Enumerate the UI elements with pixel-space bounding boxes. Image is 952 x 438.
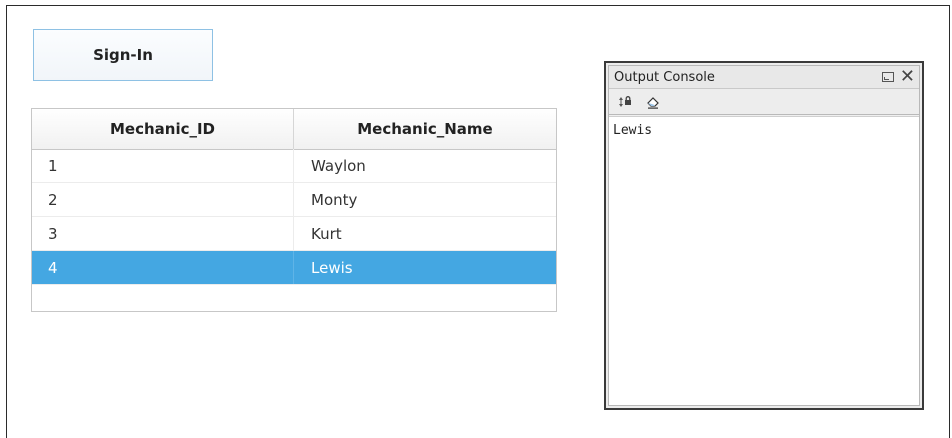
clear-eraser-icon[interactable] [645, 94, 661, 110]
restore-icon[interactable] [881, 72, 894, 82]
close-icon[interactable]: ✕ [900, 68, 915, 86]
cell-mechanic-name: Waylon [311, 156, 366, 175]
table-header: Mechanic_ID Mechanic_Name [32, 109, 556, 150]
scroll-lock-icon[interactable] [617, 94, 633, 110]
cell-mechanic-id: 1 [32, 149, 294, 182]
mechanics-table: Mechanic_ID Mechanic_Name 1 Waylon 2 Mon… [31, 108, 557, 312]
cell-mechanic-id: 3 [32, 217, 294, 250]
table-row[interactable]: 1 Waylon [32, 149, 556, 183]
table-row-selected[interactable]: 4 Lewis [32, 251, 556, 285]
cell-mechanic-name: Monty [311, 190, 358, 209]
console-output-text[interactable]: Lewis [609, 116, 919, 405]
sign-in-button[interactable]: Sign-In [33, 29, 213, 81]
output-console-body: Output Console ✕ Lewis [608, 65, 920, 406]
column-header-mechanic-name[interactable]: Mechanic_Name [294, 109, 556, 149]
table-row[interactable]: 3 Kurt [32, 217, 556, 251]
table-row[interactable]: 2 Monty [32, 183, 556, 217]
cell-mechanic-name: Kurt [311, 224, 342, 243]
titlebar-controls: ✕ [881, 66, 915, 88]
output-console-toolbar [609, 89, 919, 115]
output-console-window: Output Console ✕ Lewis [604, 61, 924, 410]
cell-mechanic-id: 2 [32, 183, 294, 216]
output-console-title: Output Console [614, 69, 715, 85]
column-header-mechanic-id[interactable]: Mechanic_ID [32, 109, 294, 149]
output-console-titlebar[interactable]: Output Console ✕ [609, 66, 919, 89]
cell-mechanic-id: 4 [32, 251, 294, 284]
cell-mechanic-name: Lewis [311, 258, 353, 277]
